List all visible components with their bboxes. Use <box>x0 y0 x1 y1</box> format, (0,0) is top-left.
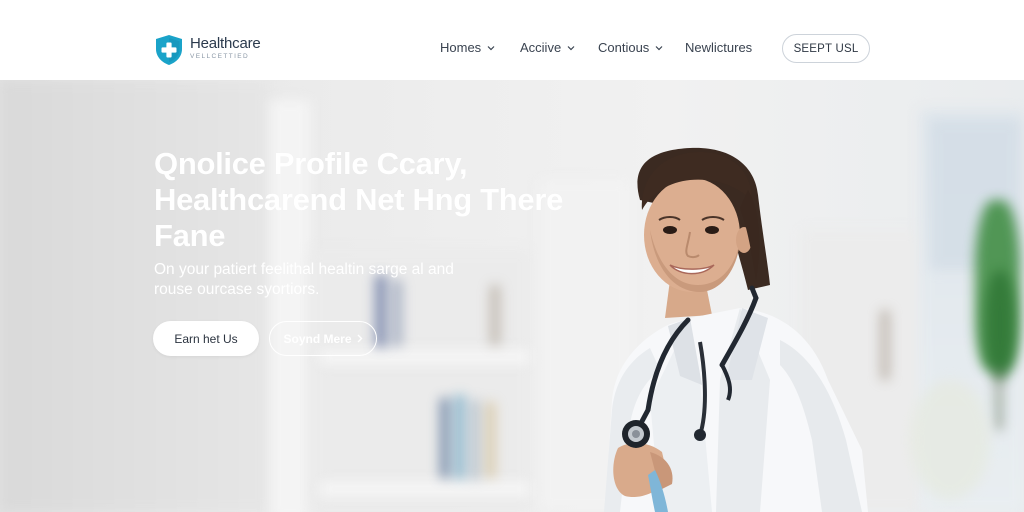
secondary-cta-button[interactable]: Soynd Mere <box>269 321 377 356</box>
nav-item-homes[interactable]: Homes <box>440 40 495 55</box>
nav-item-acciive[interactable]: Acciive <box>520 40 575 55</box>
brand-tagline: VELLCETTIED <box>190 53 250 60</box>
chevron-right-icon <box>357 334 362 343</box>
nav-item-label: Acciive <box>520 40 562 55</box>
nav-item-contious[interactable]: Contious <box>598 40 663 55</box>
primary-cta-button[interactable]: Earn het Us <box>153 321 259 356</box>
hero-title: Qnolice Profile Ccary, Healthcarend Net … <box>154 146 564 253</box>
chevron-down-icon <box>487 45 495 50</box>
hero-subtitle: On your patiert feelithal healtin sarge … <box>154 261 454 298</box>
brand-name: Healthcare <box>190 35 261 52</box>
site-header: Healthcare VELLCETTIED Homes Acciive Con… <box>0 0 1024 80</box>
header-cta-button[interactable]: SEEPT USL <box>782 34 870 63</box>
chevron-down-icon <box>567 45 575 50</box>
chevron-down-icon <box>655 45 663 50</box>
nav-item-newlictures[interactable]: Newlictures <box>685 40 752 55</box>
nav-item-label: Contious <box>598 40 650 55</box>
shield-cross-icon <box>156 35 182 65</box>
hero-section: Qnolice Profile Ccary, Healthcarend Net … <box>0 80 1024 512</box>
nav-item-label: Homes <box>440 40 482 55</box>
secondary-cta-label: Soynd Mere <box>283 331 352 346</box>
brand-logo[interactable]: Healthcare VELLCETTIED <box>154 35 261 66</box>
nav-item-label: Newlictures <box>685 40 753 55</box>
